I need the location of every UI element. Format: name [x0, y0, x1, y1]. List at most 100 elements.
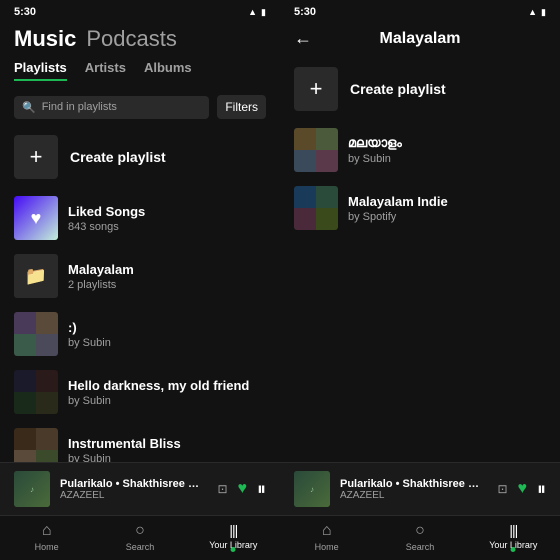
back-button[interactable]: ← [294, 28, 312, 49]
right-status-time: 5:30 [294, 6, 316, 18]
right-now-playing-info: Pularikalo • Shakthisree Gopalan AZAZEEL [340, 478, 487, 501]
tab-playlists[interactable]: Playlists [14, 60, 67, 81]
right-create-playlist-row[interactable]: + Create playlist [280, 57, 560, 121]
left-header: Music Podcasts Playlists Artists Albums [0, 22, 280, 89]
list-item[interactable]: Liked Songs 843 songs [0, 189, 280, 247]
list-item[interactable]: Malayalam Indie by Spotify [280, 179, 560, 237]
list-item[interactable]: മലയാളം by Subin [280, 121, 560, 179]
library-icon: ||| [229, 522, 237, 538]
search-label: Search [126, 542, 155, 552]
malayalam-folder-info: Malayalam 2 playlists [68, 262, 134, 291]
filters-button[interactable]: Filters [217, 95, 266, 119]
item-name: Malayalam Indie [348, 194, 448, 209]
item-name: Instrumental Bliss [68, 436, 181, 451]
darkness-thumb [14, 370, 58, 414]
right-home-icon: ⌂ [322, 522, 332, 540]
right-nav-home[interactable]: ⌂ Home [302, 522, 352, 552]
right-create-playlist-label: Create playlist [350, 81, 446, 97]
left-list-area: + Create playlist Liked Songs 843 songs … [0, 125, 280, 462]
nav-home[interactable]: ⌂ Home [22, 522, 72, 552]
right-plus-icon: + [294, 67, 338, 111]
home-icon: ⌂ [42, 522, 52, 540]
malayalam-indie-thumb [294, 186, 338, 230]
list-item[interactable]: :) by Subin [0, 305, 280, 363]
search-icon: 🔍 [22, 101, 36, 114]
item-sub: by Subin [68, 395, 249, 407]
right-status-icons: ▲ ▮ [528, 7, 546, 18]
malayalam-folder-thumb [14, 254, 58, 298]
create-playlist-row[interactable]: + Create playlist [0, 125, 280, 189]
right-status-bar: 5:30 ▲ ▮ [280, 0, 560, 22]
malayalam-thumb [294, 128, 338, 172]
smiley-info: :) by Subin [68, 320, 111, 349]
now-playing-thumb: ♪ [14, 471, 50, 507]
wifi-icon: ▲ [248, 7, 257, 17]
darkness-info: Hello darkness, my old friend by Subin [68, 378, 249, 407]
item-sub: 2 playlists [68, 279, 134, 291]
battery-icon: ▮ [261, 7, 266, 18]
nav-library[interactable]: ||| Your Library [208, 522, 258, 552]
right-now-playing-artist: AZAZEEL [340, 490, 487, 501]
cast-icon[interactable]: ⊡ [217, 482, 227, 496]
right-now-playing-thumb: ♪ [294, 471, 330, 507]
item-sub: by Subin [68, 453, 181, 463]
search-nav-icon: ○ [135, 522, 145, 540]
left-now-playing: ♪ Pularikalo • Shakthisree Gopalan AZAZE… [0, 462, 280, 515]
right-list-area: + Create playlist മലയാളം by Subin [280, 57, 560, 462]
right-library-icon: ||| [509, 522, 517, 538]
tab-albums[interactable]: Albums [144, 60, 192, 81]
nav-search[interactable]: ○ Search [115, 522, 165, 552]
list-item[interactable]: Hello darkness, my old friend by Subin [0, 363, 280, 421]
now-playing-controls: ⊡ ♥ ⏸ [217, 479, 266, 500]
list-item[interactable]: Malayalam 2 playlists [0, 247, 280, 305]
right-panel: 5:30 ▲ ▮ ← Malayalam + Create playlist മ… [280, 0, 560, 560]
item-name: മലയാളം [348, 135, 402, 151]
item-sub: by Subin [68, 337, 111, 349]
wifi-icon: ▲ [528, 7, 537, 17]
right-nav-library[interactable]: ||| Your Library [488, 522, 538, 552]
item-name: Hello darkness, my old friend [68, 378, 249, 393]
item-name: Malayalam [68, 262, 134, 277]
smiley-thumb [14, 312, 58, 356]
right-header: ← Malayalam [280, 22, 560, 57]
instrumental-thumb [14, 428, 58, 462]
right-bottom-nav: ⌂ Home ○ Search ||| Your Library [280, 515, 560, 560]
malayalam-indie-info: Malayalam Indie by Spotify [348, 194, 448, 223]
liked-songs-thumb [14, 196, 58, 240]
right-home-label: Home [315, 542, 339, 552]
list-item[interactable]: Instrumental Bliss by Subin [0, 421, 280, 462]
pause-icon[interactable]: ⏸ [257, 479, 266, 500]
tabs-row: Playlists Artists Albums [14, 60, 266, 81]
item-sub: by Spotify [348, 211, 448, 223]
podcasts-title: Podcasts [86, 26, 177, 52]
liked-songs-info: Liked Songs 843 songs [68, 204, 145, 233]
item-name: Liked Songs [68, 204, 145, 219]
item-sub: by Subin [348, 153, 402, 165]
left-bottom-nav: ⌂ Home ○ Search ||| Your Library [0, 515, 280, 560]
music-title: Music [14, 26, 76, 52]
instrumental-info: Instrumental Bliss by Subin [68, 436, 181, 463]
tab-artists[interactable]: Artists [85, 60, 126, 81]
left-status-time: 5:30 [14, 6, 36, 18]
now-playing-info: Pularikalo • Shakthisree Gopalan AZAZEEL [60, 478, 207, 501]
right-heart-icon[interactable]: ♥ [518, 480, 528, 498]
right-search-nav-icon: ○ [415, 522, 425, 540]
search-input-wrap[interactable]: 🔍 Find in playlists [14, 96, 209, 119]
right-library-label: Your Library [489, 540, 537, 550]
left-status-bar: 5:30 ▲ ▮ [0, 0, 280, 22]
library-label: Your Library [209, 540, 257, 550]
left-panel: 5:30 ▲ ▮ Music Podcasts Playlists Artist… [0, 0, 280, 560]
heart-icon[interactable]: ♥ [238, 480, 248, 498]
right-pause-icon[interactable]: ⏸ [537, 479, 546, 500]
right-now-playing-title: Pularikalo • Shakthisree Gopalan [340, 478, 487, 490]
right-now-playing: ♪ Pularikalo • Shakthisree Gopalan AZAZE… [280, 462, 560, 515]
search-row: 🔍 Find in playlists Filters [0, 89, 280, 125]
malayalam-list-info: മലയാളം by Subin [348, 135, 402, 165]
item-name: :) [68, 320, 111, 335]
right-nav-search[interactable]: ○ Search [395, 522, 445, 552]
left-status-icons: ▲ ▮ [248, 7, 266, 18]
right-cast-icon[interactable]: ⊡ [497, 482, 507, 496]
search-placeholder: Find in playlists [42, 101, 117, 113]
home-label: Home [35, 542, 59, 552]
plus-icon: + [14, 135, 58, 179]
